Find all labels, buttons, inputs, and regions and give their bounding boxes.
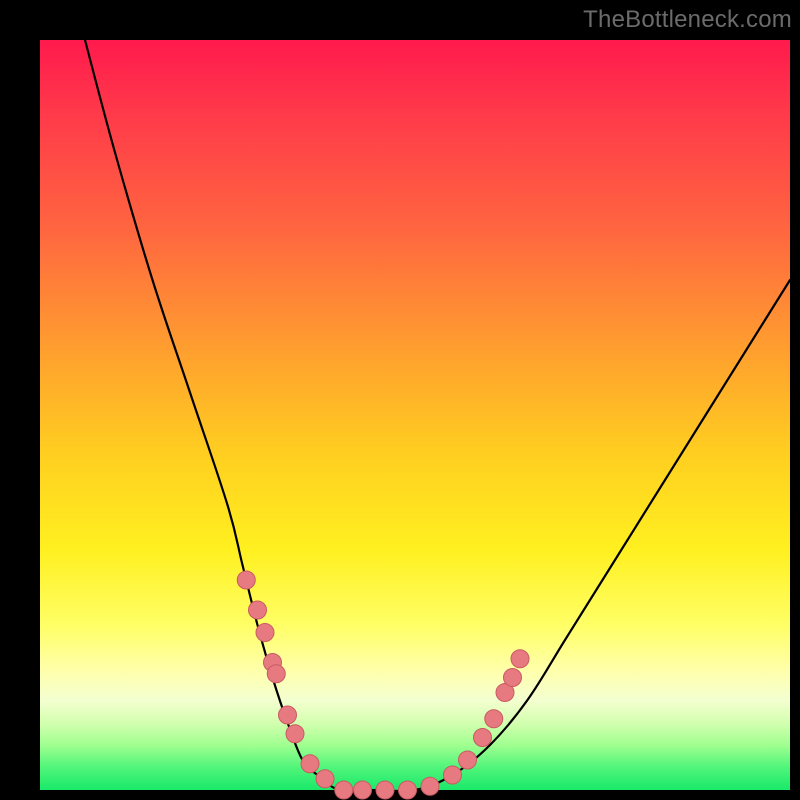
highlight-marker (354, 781, 372, 799)
highlight-marker (237, 571, 255, 589)
highlight-marker (286, 725, 304, 743)
highlight-marker (279, 706, 297, 724)
highlight-marker (335, 781, 353, 799)
highlight-marker (256, 624, 274, 642)
gradient-plot-area (40, 40, 790, 790)
bottleneck-curve (85, 40, 790, 791)
highlight-marker (421, 777, 439, 795)
highlight-marker (376, 781, 394, 799)
highlight-marker (267, 665, 285, 683)
highlight-marker (249, 601, 267, 619)
highlight-markers (237, 571, 529, 799)
watermark-text: TheBottleneck.com (583, 6, 792, 34)
highlight-marker (459, 751, 477, 769)
highlight-marker (474, 729, 492, 747)
highlight-marker (504, 669, 522, 687)
highlight-marker (511, 650, 529, 668)
highlight-marker (444, 766, 462, 784)
highlight-marker (301, 755, 319, 773)
highlight-marker (399, 781, 417, 799)
highlight-marker (316, 770, 334, 788)
highlight-marker (485, 710, 503, 728)
curve-layer (40, 40, 790, 790)
chart-frame: TheBottleneck.com (0, 0, 800, 800)
